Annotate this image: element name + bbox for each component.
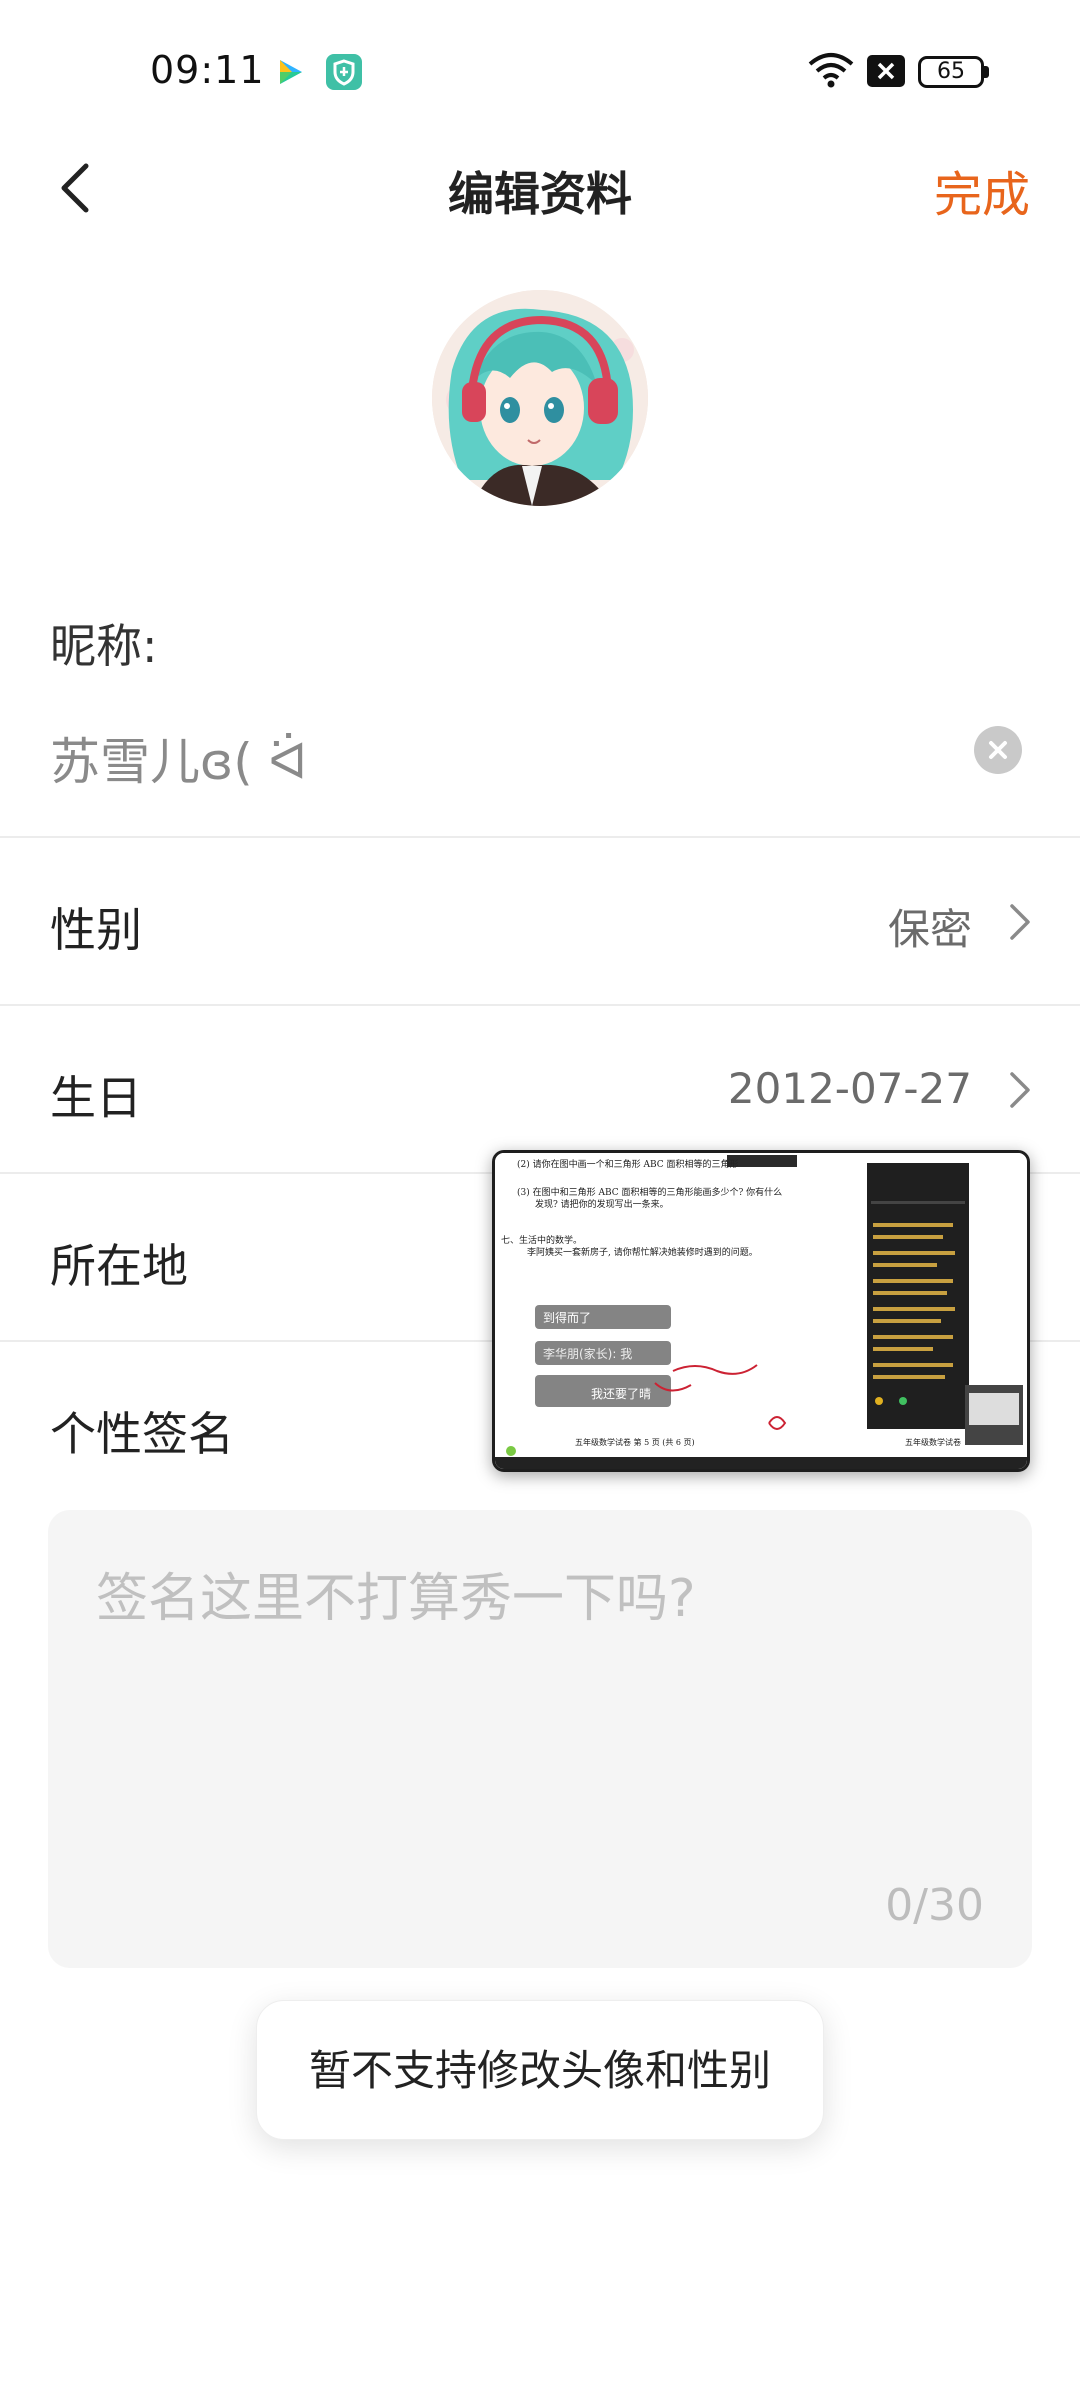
security-app-icon [326,54,362,90]
signature-counter: 0/30 [885,1880,984,1931]
location-label: 所在地 [50,1239,188,1293]
clear-nickname-button[interactable] [974,726,1022,774]
pip-line: (2) 请你在图中画一个和三角形 ABC 面积相等的三角形 [517,1160,739,1170]
signature-label: 个性签名 [50,1407,234,1461]
avatar-illustration [432,290,648,506]
no-sim-icon [866,54,906,92]
status-time: 09:11 [150,48,265,92]
wifi-icon [806,50,856,94]
toast-message: 暂不支持修改头像和性别 [256,2000,824,2140]
gender-label: 性别 [50,903,142,957]
pip-line: 李阿姨买一套新房子, 请你帮忙解决她装修时遇到的问题。 [527,1248,758,1258]
floating-video-window[interactable]: (2) 请你在图中画一个和三角形 ABC 面积相等的三角形 (3) 在图中和三角… [492,1150,1030,1472]
pip-line: 七、生活中的数学。 [501,1236,583,1246]
pip-footer: 五年级数学试卷 [905,1438,961,1447]
page-title: 编辑资料 [448,167,632,221]
pip-footer: 五年级数学试卷 第 5 页 (共 6 页) [575,1438,695,1447]
nickname-label: 昵称: [50,619,158,673]
battery-level: 65 [937,59,965,84]
avatar[interactable] [432,290,648,506]
video-app-icon [272,54,308,90]
pip-line: (3) 在图中和三角形 ABC 面积相等的三角形能画多少个? 你有什么 [517,1188,783,1198]
birthday-label: 生日 [50,1071,142,1125]
birthday-value: 2012-07-27 [727,1064,972,1113]
nickname-input[interactable]: 苏雪儿ɞ( ᐛ [50,722,307,794]
gender-value: 保密 [887,905,972,954]
chevron-right-icon [1006,902,1034,942]
pip-bubble: 到得而了 [543,1311,592,1325]
signature-placeholder: 签名这里不打算秀一下吗? [96,1569,696,1629]
battery-icon: 65 [918,56,984,88]
done-button[interactable]: 完成 [934,155,1030,225]
pip-line: 发现? 请把你的发现写出一条来。 [535,1200,669,1210]
chevron-right-icon [1006,1070,1034,1110]
pip-bubble: 我还要了晴 [591,1387,652,1401]
battery-cap [984,66,989,78]
pip-bubble: 李华朋(家长): 我 [543,1347,633,1361]
close-icon [989,741,1007,759]
